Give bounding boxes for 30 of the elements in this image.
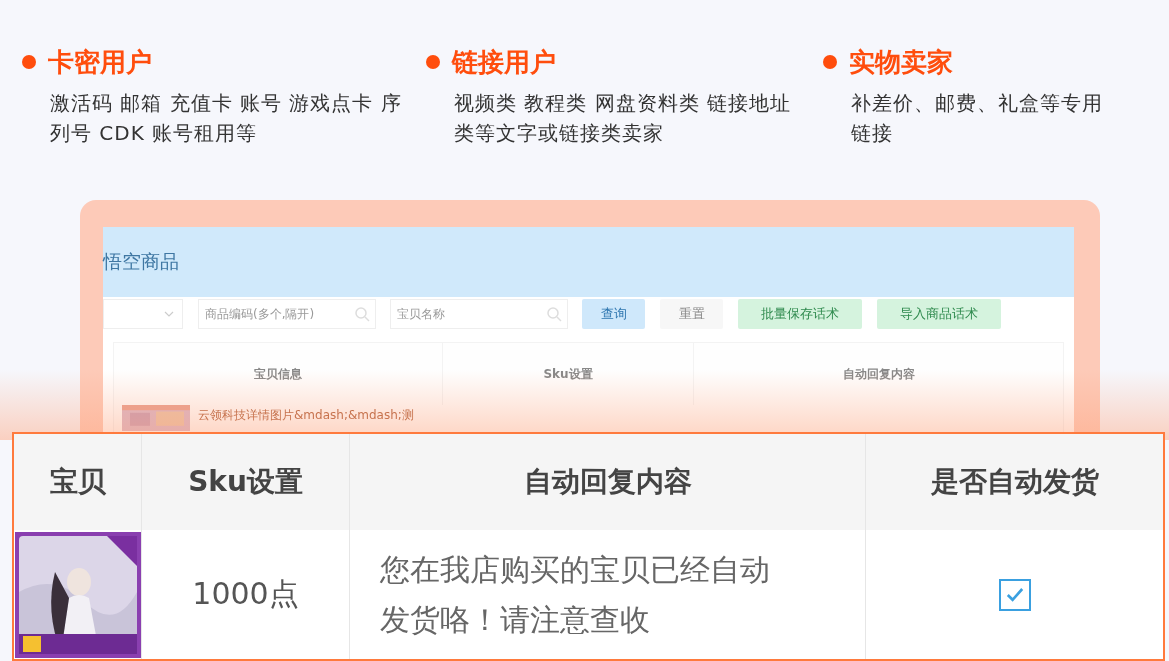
category-description: 视频类 教程类 网盘资料类 链接地址类等文字或链接类卖家 [454, 90, 793, 147]
product-title: 云领科技详情图片&mdash;&mdash;测 [198, 407, 414, 424]
select-field[interactable] [103, 299, 183, 329]
column-header: Sku设置 [142, 434, 350, 530]
bullet-dot [823, 55, 837, 69]
bullet-dot [426, 55, 440, 69]
search-icon [354, 306, 370, 322]
category-title: 链接用户 [452, 46, 556, 79]
category-description: 激活码 邮箱 充值卡 账号 游戏点卡 序列号 CDK 账号租用等 [50, 90, 403, 147]
column-header: Sku设置 [443, 343, 694, 405]
table-cell: 1000点 [142, 530, 350, 659]
column-header: 自动回复内容 [841, 365, 916, 383]
toolbar-button[interactable]: 批量保存话术 [738, 299, 862, 329]
chevron-icon [164, 311, 174, 317]
category-description: 补差价、邮费、礼盒等专用链接 [851, 90, 1104, 147]
column-header: 是否自动发货 [929, 464, 1100, 500]
page-title: 悟空商品 [103, 249, 179, 274]
category-title: 实物卖家 [849, 46, 953, 79]
toolbar-button[interactable]: 重置 [660, 299, 723, 329]
column-header: 宝贝 [14, 434, 142, 530]
category-title: 卡密用户 [48, 46, 152, 79]
checkbox[interactable] [998, 578, 1031, 611]
search-field[interactable]: 商品编码(多个,隔开) [198, 299, 376, 329]
search-icon [546, 306, 562, 322]
search-field[interactable]: 宝贝名称 [390, 299, 568, 329]
column-header: 自动回复内容 [350, 434, 866, 530]
table-cell: 您在我店购买的宝贝已经自动发货咯！请注意查收 [350, 530, 866, 659]
toolbar-button[interactable]: 导入商品话术 [877, 299, 1001, 329]
toolbar-button[interactable]: 查询 [582, 299, 645, 329]
bullet-dot [22, 55, 36, 69]
